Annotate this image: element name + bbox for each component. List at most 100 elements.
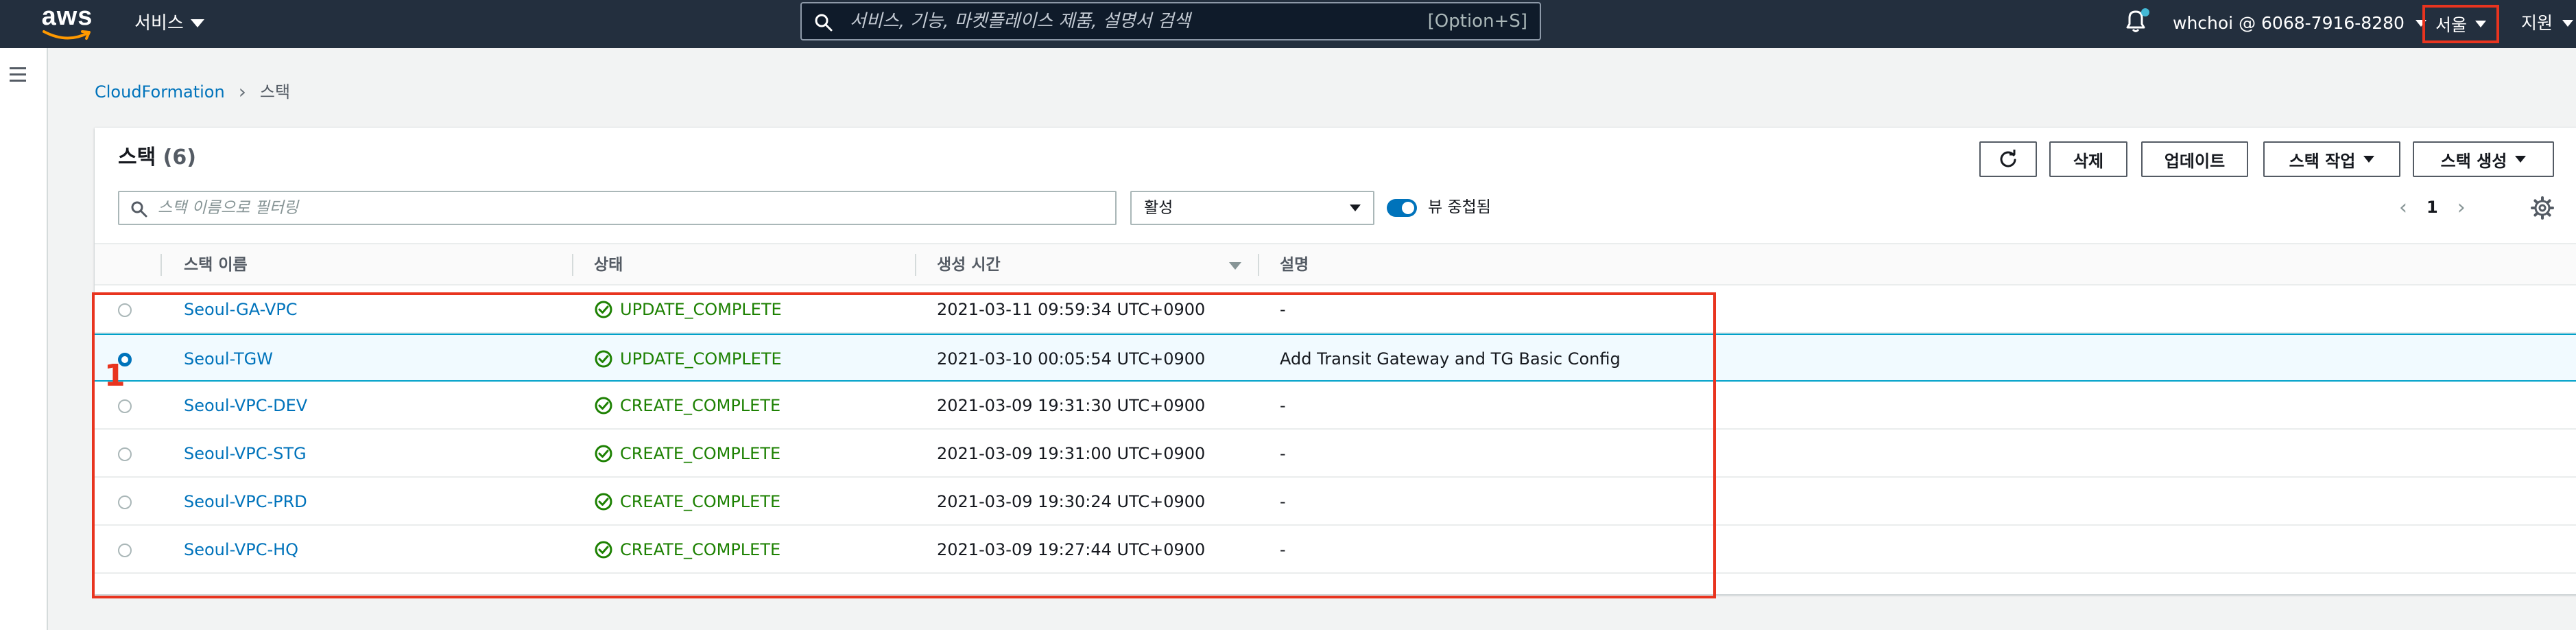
- next-page-icon[interactable]: ›: [2457, 196, 2466, 220]
- delete-button[interactable]: 삭제: [2049, 141, 2127, 177]
- stack-name-link[interactable]: Seoul-VPC-PRD: [184, 478, 307, 526]
- stack-name-link[interactable]: Seoul-GA-VPC: [184, 285, 298, 334]
- chevron-down-icon: [2562, 20, 2574, 27]
- description-cell: -: [1280, 444, 1286, 463]
- status-text: UPDATE_COMPLETE: [620, 300, 782, 319]
- table-row[interactable]: Seoul-VPC-HQ CREATE_COMPLETE 2021-03-09 …: [95, 526, 2576, 574]
- row-radio-button[interactable]: [118, 447, 132, 461]
- status-text: UPDATE_COMPLETE: [620, 349, 782, 369]
- stack-actions-label: 스택 작업: [2289, 151, 2356, 171]
- gear-icon[interactable]: [2531, 196, 2554, 220]
- stack-name-link[interactable]: Seoul-TGW: [184, 335, 273, 383]
- created-time-cell: 2021-03-09 19:30:24 UTC+0900: [937, 492, 1206, 511]
- status-text: CREATE_COMPLETE: [620, 444, 781, 463]
- table-row[interactable]: Seoul-VPC-DEV CREATE_COMPLETE 2021-03-09…: [95, 382, 2576, 430]
- status-cell: CREATE_COMPLETE: [594, 430, 780, 478]
- menu-icon[interactable]: [7, 63, 37, 88]
- refresh-icon: [2000, 150, 2016, 167]
- column-header-status[interactable]: 상태: [573, 244, 915, 285]
- stack-name-link[interactable]: Seoul-VPC-DEV: [184, 382, 307, 430]
- column-header-stack-name[interactable]: 스택 이름: [163, 244, 572, 285]
- status-cell: CREATE_COMPLETE: [594, 526, 780, 574]
- page-number[interactable]: 1: [2426, 198, 2438, 217]
- created-time-cell: 2021-03-09 19:31:00 UTC+0900: [937, 444, 1206, 463]
- refresh-button[interactable]: [1979, 141, 2037, 177]
- stack-count: (6): [163, 145, 196, 170]
- status-text: CREATE_COMPLETE: [620, 540, 781, 559]
- row-radio-button[interactable]: [118, 495, 132, 509]
- notification-dot: [2141, 8, 2149, 16]
- aws-logo[interactable]: aws: [40, 3, 95, 44]
- stack-name-link[interactable]: Seoul-VPC-STG: [184, 430, 307, 478]
- column-header-created-time[interactable]: 생성 시간: [916, 244, 1258, 285]
- stack-actions-button[interactable]: 스택 작업: [2263, 141, 2400, 177]
- region-label: 서울: [2435, 15, 2467, 35]
- chevron-down-icon: [2475, 21, 2486, 27]
- success-check-icon: [595, 301, 612, 318]
- chevron-right-icon: ›: [238, 80, 246, 103]
- status-cell: UPDATE_COMPLETE: [594, 335, 782, 383]
- status-filter-value: 활성: [1144, 199, 1173, 217]
- table-row[interactable]: Seoul-GA-VPC UPDATE_COMPLETE 2021-03-11 …: [95, 285, 2576, 334]
- chevron-down-icon: [1350, 205, 1361, 211]
- table-row[interactable]: Seoul-VPC-STG CREATE_COMPLETE 2021-03-09…: [95, 430, 2576, 478]
- global-search-placeholder: 서비스, 기능, 마켓플레이스 제품, 설명서 검색: [850, 11, 1191, 32]
- description-cell: -: [1280, 540, 1286, 559]
- previous-page-icon[interactable]: ‹: [2399, 196, 2407, 220]
- row-radio-button[interactable]: [118, 353, 132, 366]
- status-filter-select[interactable]: 활성: [1130, 191, 1374, 225]
- chevron-down-icon: [2363, 156, 2375, 163]
- page-title: 스택 (6): [118, 144, 196, 172]
- success-check-icon: [595, 445, 612, 463]
- nested-view-label: 뷰 중첩됨: [1428, 198, 1491, 216]
- stacks-panel: 스택 (6) 삭제 업데이트 스택 작업 스택 생성 스택 이름으로 필터링 활…: [95, 128, 2576, 594]
- row-radio-button[interactable]: [118, 303, 132, 317]
- created-time-cell: 2021-03-09 19:31:30 UTC+0900: [937, 396, 1206, 415]
- side-navigation-rail: [0, 48, 48, 630]
- success-check-icon: [595, 541, 612, 559]
- global-search-input[interactable]: 서비스, 기능, 마켓플레이스 제품, 설명서 검색 [Option+S]: [800, 2, 1541, 40]
- description-cell: -: [1280, 396, 1286, 415]
- support-menu-button[interactable]: 지원: [2521, 10, 2574, 37]
- stack-name-filter-input[interactable]: 스택 이름으로 필터링: [118, 191, 1117, 225]
- table-row-selected[interactable]: Seoul-TGW UPDATE_COMPLETE 2021-03-10 00:…: [95, 334, 2576, 382]
- description-cell: Add Transit Gateway and TG Basic Config: [1280, 349, 1621, 369]
- created-time-label: 생성 시간: [937, 256, 1001, 274]
- created-time-cell: 2021-03-10 00:05:54 UTC+0900: [937, 349, 1206, 369]
- status-text: CREATE_COMPLETE: [620, 492, 781, 511]
- status-cell: CREATE_COMPLETE: [594, 382, 780, 430]
- notifications-button[interactable]: [2123, 8, 2151, 36]
- region-selector-button[interactable]: 서울: [2422, 5, 2499, 43]
- panel-title-text: 스택: [118, 145, 156, 170]
- pagination: ‹ 1 ›: [2399, 194, 2466, 221]
- status-text: CREATE_COMPLETE: [620, 396, 781, 415]
- row-radio-button[interactable]: [118, 399, 132, 413]
- account-label: whchoi @ 6068-7916-8280: [2173, 13, 2405, 33]
- support-label: 지원: [2521, 13, 2553, 33]
- nested-view-toggle[interactable]: [1387, 199, 1417, 217]
- update-button[interactable]: 업데이트: [2141, 141, 2248, 177]
- sort-descending-icon[interactable]: [1229, 262, 1241, 270]
- created-time-cell: 2021-03-09 19:27:44 UTC+0900: [937, 540, 1206, 559]
- chevron-down-icon: [2515, 156, 2527, 163]
- table-header: 스택 이름 상태 생성 시간 설명: [95, 243, 2576, 285]
- account-menu-button[interactable]: whchoi @ 6068-7916-8280: [2173, 10, 2426, 37]
- status-cell: UPDATE_COMPLETE: [594, 285, 782, 334]
- search-icon: [815, 14, 833, 32]
- description-cell: -: [1280, 300, 1286, 319]
- breadcrumb-current: 스택: [259, 82, 291, 102]
- services-menu-button[interactable]: 서비스: [134, 10, 204, 37]
- aws-smile-icon: [43, 30, 91, 40]
- stack-name-link[interactable]: Seoul-VPC-HQ: [184, 526, 298, 574]
- row-radio-button[interactable]: [118, 544, 132, 557]
- create-stack-button[interactable]: 스택 생성: [2413, 141, 2554, 177]
- breadcrumb-cloudformation-link[interactable]: CloudFormation: [95, 78, 225, 106]
- create-stack-label: 스택 생성: [2440, 151, 2507, 171]
- column-header-description[interactable]: 설명: [1259, 244, 1671, 285]
- services-label: 서비스: [134, 13, 184, 34]
- table-row[interactable]: Seoul-VPC-PRD CREATE_COMPLETE 2021-03-09…: [95, 478, 2576, 526]
- success-check-icon: [595, 397, 612, 415]
- created-time-cell: 2021-03-11 09:59:34 UTC+0900: [937, 300, 1206, 319]
- status-cell: CREATE_COMPLETE: [594, 478, 780, 526]
- success-check-icon: [595, 350, 612, 368]
